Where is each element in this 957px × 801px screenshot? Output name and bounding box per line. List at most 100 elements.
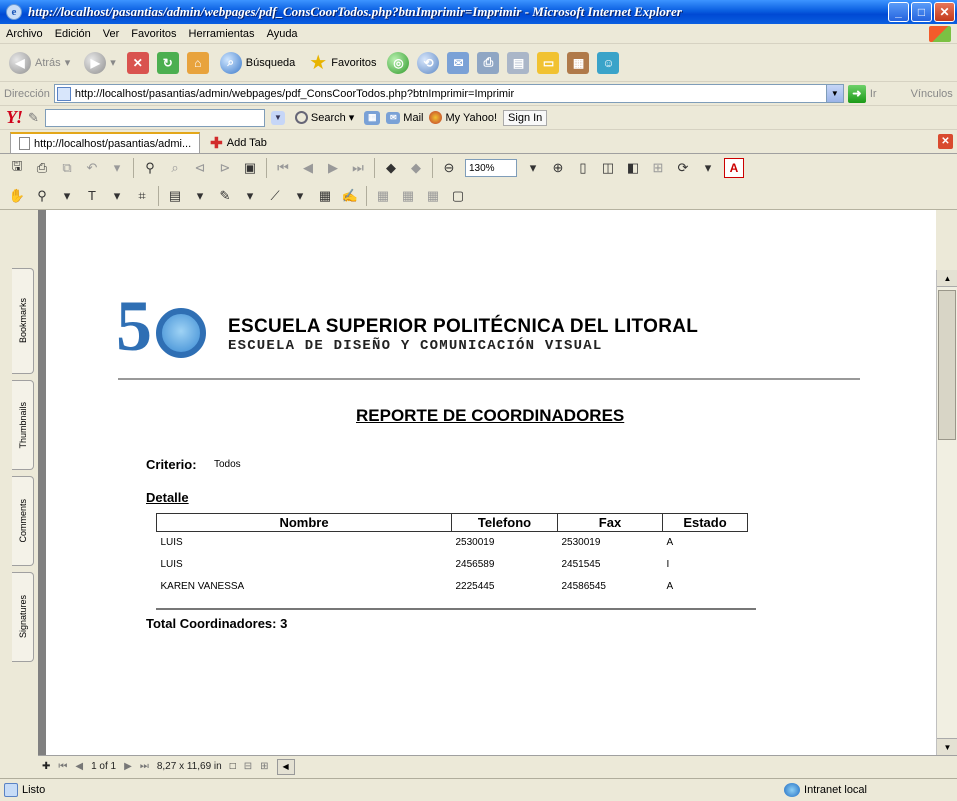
home-icon[interactable]: ⌂ — [186, 51, 209, 74]
forward-button[interactable]: ▶ ▾ — [81, 48, 119, 78]
search-button[interactable]: ⌕ Búsqueda — [217, 48, 299, 78]
adobe-logo-icon[interactable]: A — [724, 158, 744, 178]
zoom-in-icon[interactable]: ⊕ — [549, 159, 567, 177]
zoom-tool-dropdown-icon[interactable]: ▾ — [58, 187, 76, 205]
rotate-icon[interactable]: ⟳ — [674, 159, 692, 177]
search-pdf-icon[interactable]: ⌕ — [166, 159, 184, 177]
refresh-icon[interactable]: ↻ — [156, 51, 179, 74]
table-icon-1[interactable]: ▦ — [374, 187, 392, 205]
favorites-button[interactable]: ★ Favoritos — [306, 48, 379, 78]
messenger-icon[interactable]: ☺ — [597, 51, 620, 74]
web-capture-icon[interactable]: ▢ — [449, 187, 467, 205]
go-back-icon[interactable]: ◆ — [382, 159, 400, 177]
menu-favoritos[interactable]: Favoritos — [131, 28, 176, 40]
pdf-viewport[interactable]: 5 ESCUELA SUPERIOR POLITÉCNICA DEL LITOR… — [38, 210, 936, 755]
yahoo-mail-button[interactable]: ✉ Mail — [386, 111, 423, 124]
vertical-scrollbar[interactable]: ▲ ▼ — [936, 270, 957, 755]
table-icon-2[interactable]: ▦ — [399, 187, 417, 205]
menu-ayuda[interactable]: Ayuda — [267, 28, 298, 40]
prev-view-icon[interactable]: ⊲ — [191, 159, 209, 177]
pencil-dropdown-icon[interactable]: ▾ — [241, 187, 259, 205]
grid-icon[interactable]: ▦ — [364, 110, 381, 125]
menu-archivo[interactable]: Archivo — [6, 28, 43, 40]
address-url[interactable]: http://localhost/pasantias/admin/webpage… — [75, 88, 514, 100]
address-dropdown-icon[interactable]: ▼ — [825, 85, 843, 102]
previous-page-icon[interactable]: ◀ — [299, 159, 317, 177]
mail-icon[interactable]: ✉ — [447, 51, 470, 74]
yahoo-logo[interactable]: Y! — [6, 107, 23, 128]
zoom-out-icon[interactable]: ⊖ — [440, 159, 458, 177]
print-icon[interactable]: ⎙ — [477, 51, 500, 74]
navigation-toggle-icon[interactable]: ✚ — [42, 761, 50, 772]
single-page-layout-icon[interactable]: □ — [230, 761, 236, 772]
undo-dropdown-icon[interactable]: ▾ — [108, 159, 126, 177]
first-page-icon[interactable]: ⏮ — [274, 159, 292, 177]
yahoo-search-button[interactable]: Search ▾ — [291, 111, 358, 124]
actual-size-icon[interactable]: ▯ — [574, 159, 592, 177]
table-icon-3[interactable]: ▦ — [424, 187, 442, 205]
fit-page-icon[interactable]: ◫ — [599, 159, 617, 177]
print-icon[interactable]: ⎙ — [33, 159, 51, 177]
history-icon[interactable]: ⟲ — [417, 51, 440, 74]
pencil-icon[interactable]: ✎ — [28, 110, 39, 126]
previous-page-icon[interactable]: ◀ — [75, 761, 83, 772]
go-arrow-icon[interactable]: ➜ — [847, 84, 866, 103]
hand-tool-icon[interactable]: ✋ — [8, 187, 26, 205]
edit-icon[interactable]: ▤ — [507, 51, 530, 74]
text-select-icon[interactable]: T — [83, 187, 101, 205]
fullscreen-icon[interactable]: ▣ — [241, 159, 259, 177]
facing-layout-icon[interactable]: ⊞ — [260, 761, 268, 772]
draw-tool-icon[interactable]: ⟋ — [266, 187, 284, 205]
note-icon[interactable]: ▤ — [166, 187, 184, 205]
continuous-layout-icon[interactable]: ⊟ — [244, 761, 252, 772]
minimize-button[interactable]: _ — [888, 2, 909, 22]
undo-icon[interactable]: ↶ — [83, 159, 101, 177]
go-label[interactable]: Ir — [870, 88, 877, 100]
yahoo-search-input[interactable] — [44, 108, 265, 127]
zoom-tool-icon[interactable]: ⚲ — [33, 187, 51, 205]
next-page-icon[interactable]: ▶ — [324, 159, 342, 177]
back-button[interactable]: ◀ Atrás ▾ — [6, 48, 73, 78]
yahoo-dropdown-icon[interactable]: ▼ — [270, 110, 285, 125]
scroll-down-icon[interactable]: ▼ — [937, 738, 957, 755]
next-page-icon[interactable]: ▶ — [124, 761, 132, 772]
maximize-button[interactable]: □ — [911, 2, 932, 22]
back-dropdown-icon[interactable]: ▾ — [65, 56, 71, 69]
yahoo-signin-button[interactable]: Sign In — [503, 109, 548, 126]
close-button[interactable]: ✕ — [934, 2, 955, 22]
stamp-icon[interactable]: ▦ — [316, 187, 334, 205]
add-tab-button[interactable]: ✚ Add Tab — [204, 133, 273, 153]
scrollbar-thumb[interactable] — [938, 290, 956, 440]
tab-active[interactable]: http://localhost/pasantias/admi... — [10, 132, 201, 153]
links-label[interactable]: Vínculos — [911, 88, 953, 100]
last-page-icon[interactable]: ⏭ — [349, 159, 367, 177]
go-forward-icon[interactable]: ◆ — [407, 159, 425, 177]
close-tab-icon[interactable]: ✕ — [938, 134, 953, 149]
menu-ver[interactable]: Ver — [103, 28, 120, 40]
address-input[interactable]: http://localhost/pasantias/admin/webpage… — [53, 84, 844, 103]
last-page-icon[interactable]: ⏭ — [140, 761, 149, 772]
copy-icon[interactable]: ⧉ — [58, 159, 76, 177]
menu-edicion[interactable]: Edición — [55, 28, 91, 40]
page-indicator[interactable]: 1 of 1 — [91, 761, 116, 772]
fit-visible-icon[interactable]: ⊞ — [649, 159, 667, 177]
media-icon[interactable]: ◎ — [387, 51, 410, 74]
text-select-dropdown-icon[interactable]: ▾ — [108, 187, 126, 205]
scroll-left-icon[interactable]: ◀ — [276, 758, 295, 775]
draw-dropdown-icon[interactable]: ▾ — [291, 187, 309, 205]
rotate-dropdown-icon[interactable]: ▾ — [699, 159, 717, 177]
snapshot-icon[interactable]: ⌗ — [133, 187, 151, 205]
bookmarks-tab[interactable]: Bookmarks — [12, 268, 34, 374]
first-page-icon[interactable]: ⏮ — [58, 761, 67, 772]
menu-herramientas[interactable]: Herramientas — [189, 28, 255, 40]
signatures-tab[interactable]: Signatures — [12, 572, 34, 662]
forward-dropdown-icon[interactable]: ▾ — [110, 56, 116, 69]
save-icon[interactable]: 🖫 — [8, 158, 26, 177]
zoom-level-input[interactable]: 130% — [465, 159, 517, 177]
fit-width-icon[interactable]: ◧ — [624, 159, 642, 177]
scroll-up-icon[interactable]: ▲ — [937, 270, 957, 287]
my-yahoo-button[interactable]: My Yahoo! — [429, 111, 497, 124]
find-icon[interactable]: ⚲ — [141, 159, 159, 177]
stop-icon[interactable]: ✕ — [126, 51, 149, 74]
comments-tab[interactable]: Comments — [12, 476, 34, 566]
